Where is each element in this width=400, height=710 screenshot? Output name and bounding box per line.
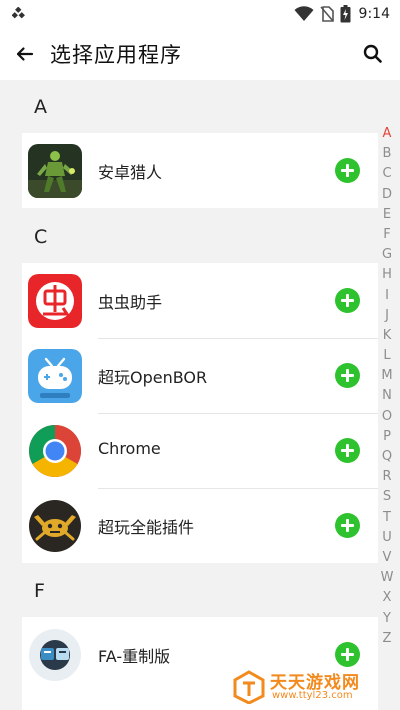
- app-row-chrome[interactable]: Chrome: [22, 413, 378, 488]
- index-letter-x[interactable]: X: [383, 588, 392, 608]
- watermark-logo-icon: [233, 670, 265, 704]
- index-letter-t[interactable]: T: [383, 508, 391, 528]
- app-name: 虫虫助手: [98, 293, 163, 312]
- index-letter-g[interactable]: G: [382, 245, 392, 265]
- index-letter-o[interactable]: O: [382, 407, 392, 427]
- index-letter-l[interactable]: L: [383, 346, 390, 366]
- index-letter-k[interactable]: K: [383, 326, 392, 346]
- index-letter-s[interactable]: S: [383, 487, 391, 507]
- app-name: 超玩全能插件: [98, 518, 195, 537]
- index-letter-d[interactable]: D: [382, 185, 392, 205]
- fa-app-icon: [28, 628, 82, 682]
- app-bar: 选择应用程序: [0, 28, 400, 80]
- wifi-icon: [294, 6, 314, 21]
- section-header-a: A: [34, 96, 47, 118]
- index-letter-v[interactable]: V: [383, 548, 392, 568]
- index-letter-q[interactable]: Q: [382, 447, 392, 467]
- index-letter-e[interactable]: E: [383, 205, 391, 225]
- add-button[interactable]: [335, 158, 360, 183]
- add-button[interactable]: [335, 363, 360, 388]
- status-time: 9:14: [358, 6, 390, 22]
- alphabet-index-bar[interactable]: ABCDEFGHIJKLMNOPQRSTUVWXYZ: [377, 124, 397, 649]
- index-letter-m[interactable]: M: [381, 366, 392, 386]
- index-letter-f[interactable]: F: [383, 225, 390, 245]
- battery-charging-icon: [340, 5, 351, 23]
- index-letter-n[interactable]: N: [382, 386, 392, 406]
- app-row-chongchong[interactable]: 虫虫助手: [22, 263, 378, 338]
- mecha-robot-icon: [28, 144, 82, 198]
- section-header-f: F: [34, 580, 45, 602]
- section-header-c: C: [34, 226, 48, 248]
- watermark: 天天游戏网 www.ttyl23.com: [232, 668, 394, 706]
- index-letter-z[interactable]: Z: [383, 629, 392, 649]
- gold-crab-icon: [28, 499, 82, 553]
- app-row-all-in-one-plugin[interactable]: 超玩全能插件: [22, 488, 378, 563]
- app-list-card-c: 虫虫助手 超玩OpenBOR Chrome 超玩全能插件: [22, 263, 378, 563]
- page-title: 选择应用程序: [50, 43, 182, 67]
- app-name: Chrome: [98, 439, 161, 458]
- app-list-card-a: 安卓猎人: [22, 133, 378, 208]
- app-row-openbor[interactable]: 超玩OpenBOR: [22, 338, 378, 413]
- chongchong-icon: [28, 274, 82, 328]
- index-letter-r[interactable]: R: [382, 467, 391, 487]
- add-button[interactable]: [335, 513, 360, 538]
- index-letter-h[interactable]: H: [382, 265, 392, 285]
- back-arrow-icon[interactable]: [12, 41, 38, 67]
- app-name: 安卓猎人: [98, 163, 163, 182]
- app-name: 超玩OpenBOR: [98, 368, 208, 387]
- search-icon[interactable]: [360, 41, 386, 67]
- add-button[interactable]: [335, 288, 360, 313]
- index-letter-p[interactable]: P: [383, 427, 391, 447]
- notification-icon: [12, 7, 25, 19]
- openbor-gamepad-icon: [28, 349, 82, 403]
- app-row-android-hunter[interactable]: 安卓猎人: [22, 133, 378, 208]
- no-sim-icon: [319, 6, 334, 22]
- index-letter-j[interactable]: J: [385, 306, 389, 326]
- index-letter-a[interactable]: A: [383, 124, 392, 144]
- watermark-url: www.ttyl23.com: [272, 690, 353, 701]
- status-bar: 9:14: [0, 0, 400, 28]
- index-letter-b[interactable]: B: [383, 144, 392, 164]
- index-letter-c[interactable]: C: [382, 164, 391, 184]
- app-name: FA-重制版: [98, 647, 171, 666]
- index-letter-y[interactable]: Y: [383, 609, 391, 629]
- index-letter-w[interactable]: W: [381, 568, 394, 588]
- add-button[interactable]: [335, 438, 360, 463]
- chrome-icon: [28, 424, 82, 478]
- index-letter-u[interactable]: U: [382, 528, 392, 548]
- add-button[interactable]: [335, 642, 360, 667]
- index-letter-i[interactable]: I: [385, 286, 389, 306]
